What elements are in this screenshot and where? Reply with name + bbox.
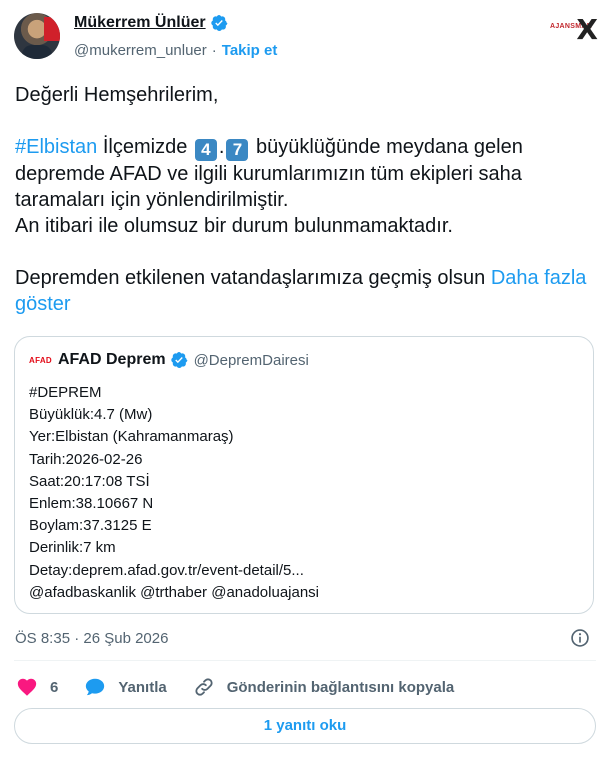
keycap-dot: . (218, 136, 225, 158)
quoted-line: #DEPREM (29, 384, 102, 401)
keycap-digit-7: 7 (226, 139, 249, 161)
reply-button[interactable]: Yanıtla (84, 676, 167, 698)
author-name[interactable]: Mükerrem Ünlüer (74, 14, 206, 32)
reply-label: Yanıtla (118, 678, 167, 696)
quoted-line: Boylam:37.3125 E (29, 517, 152, 535)
hashtag-link[interactable]: #Elbistan (15, 136, 97, 158)
quoted-line: Derinlik:7 km (29, 539, 116, 557)
tweet-timestamp[interactable]: ÖS 8:35 · 26 Şub 2026 (15, 630, 168, 647)
x-logo[interactable]: AJANSMAN X (550, 13, 598, 46)
info-icon[interactable] (570, 628, 590, 648)
author-handle[interactable]: @mukerrem_unluer (74, 42, 207, 59)
divider (14, 660, 596, 661)
quoted-author-handle[interactable]: @DepremDairesi (194, 352, 309, 369)
reply-bubble-icon (86, 678, 105, 696)
action-bar: 6 Yanıtla Gönderinin bağlantısını kopyal… (16, 672, 480, 702)
like-count: 6 (50, 678, 59, 696)
tweet-line-status: An itibari ile olumsuz bir durum bulunma… (15, 215, 453, 237)
author-avatar[interactable] (14, 13, 60, 59)
read-replies-button[interactable]: 1 yanıtı oku (14, 708, 596, 744)
tweet-text-a: İlçemizde (97, 136, 193, 158)
quoted-line: Enlem:38.10667 N (29, 495, 154, 513)
tweet-line-greeting: Değerli Hemşehrilerim, (15, 84, 219, 106)
quoted-line: Büyüklük:4.7 (Mw) (29, 406, 153, 424)
copy-link-button[interactable]: Gönderinin bağlantısını kopyala (193, 676, 455, 698)
tweet-text-wishes: Depremden etkilenen vatandaşlarımıza geç… (15, 267, 491, 289)
afad-logo: AFAD (29, 355, 52, 365)
quoted-line: Yer:Elbistan (Kahramanmaraş) (29, 428, 234, 446)
verified-badge-icon (210, 14, 227, 32)
follow-button[interactable]: Takip et (222, 42, 278, 59)
keycap-digit-4: 4 (194, 139, 217, 161)
quoted-text: #DEPREM Büyüklük:4.7 (Mw) Yer:Elbistan (… (29, 382, 319, 604)
quoted-author-name[interactable]: AFAD Deprem (58, 351, 166, 369)
tweet-paragraph-main: #Elbistan İlçemizde 4.7 büyüklüğünde mey… (15, 134, 595, 213)
quoted-line: Saat:20:17:08 TSİ (29, 472, 150, 490)
quoted-header: AFAD AFAD Deprem @DepremDairesi (29, 351, 309, 369)
x-icon: X (576, 13, 598, 46)
copy-link-label: Gönderinin bağlantısını kopyala (226, 678, 455, 696)
tweet-line-wishes: Depremden etkilenen vatandaşlarımıza geç… (15, 265, 595, 317)
quoted-line: Detay:deprem.afad.gov.tr/event-detail/5.… (29, 561, 304, 579)
like-button[interactable]: 6 (16, 676, 58, 698)
tweet-text: Değerli Hemşehrilerim, #Elbistan İlçemiz… (15, 82, 595, 317)
quoted-tweet[interactable]: AFAD AFAD Deprem @DepremDairesi #DEPREM … (14, 336, 594, 614)
quoted-line: Tarih:2026-02-26 (29, 450, 143, 468)
separator-dot: · (211, 42, 217, 59)
flag-graphic (44, 17, 60, 41)
author-name-row: Mükerrem Ünlüer (74, 14, 228, 32)
heart-icon (17, 678, 37, 696)
suit-graphic (22, 45, 52, 59)
quoted-verified-badge-icon (170, 351, 187, 369)
quoted-line: @afadbaskanlik @trthaber @anadoluajansi (29, 583, 320, 601)
tweet-card: Mükerrem Ünlüer @mukerrem_unluer · Takip… (0, 0, 610, 758)
author-handle-row: @mukerrem_unluer · Takip et (74, 42, 277, 59)
link-icon (195, 678, 213, 696)
